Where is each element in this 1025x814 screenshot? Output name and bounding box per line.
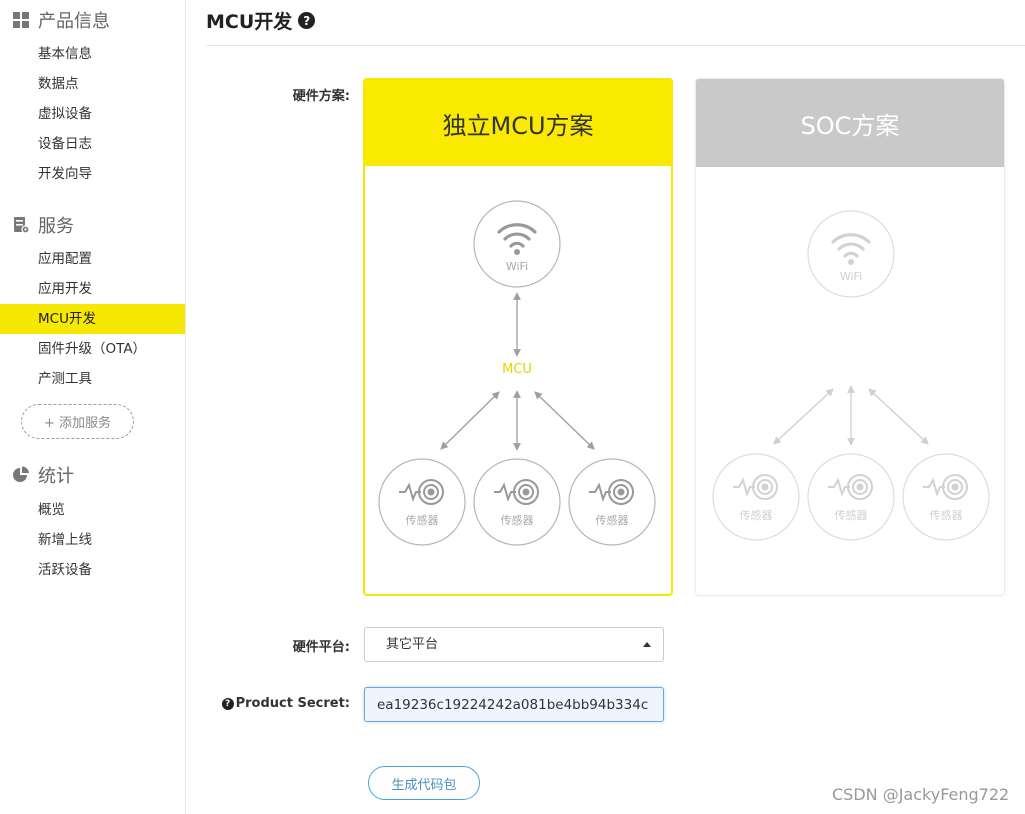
product-secret-input[interactable]	[364, 687, 664, 722]
sensor-label: 传感器	[835, 509, 868, 522]
wifi-node: WiFi	[807, 210, 895, 298]
wifi-label: WiFi	[840, 270, 862, 283]
sidebar-item-device-log[interactable]: 设备日志	[0, 129, 185, 159]
sensor-label: 传感器	[406, 514, 439, 527]
soc-architecture-diagram: WiFi 传感器 传感器 传感器	[712, 210, 990, 541]
mcu-label: MCU	[502, 362, 532, 377]
sensor-node: 传感器	[712, 453, 800, 541]
sensor-label: 传感器	[930, 509, 963, 522]
sidebar-section-services: 服务	[12, 213, 74, 237]
title-divider	[206, 45, 1025, 46]
sensor-icon	[494, 479, 539, 505]
help-icon[interactable]: ?	[298, 12, 316, 29]
sidebar-section-title: 产品信息	[38, 11, 110, 32]
add-service-button[interactable]: + 添加服务	[21, 404, 134, 439]
sidebar-section-title: 服务	[38, 216, 74, 237]
hardware-platform-label: 硬件平台:	[292, 640, 350, 655]
help-icon[interactable]: ?	[221, 697, 234, 710]
sidebar-item-mcu-dev[interactable]: MCU开发	[0, 304, 185, 334]
soc-scheme-title: SOC方案	[696, 79, 1004, 167]
sensor-icon	[589, 479, 634, 505]
wifi-icon	[831, 233, 871, 258]
sensor-node: 传感器	[568, 458, 656, 546]
sensor-node: 传感器	[473, 458, 561, 546]
sensor-icon	[923, 474, 968, 500]
product-secret-label: Product Secret:	[235, 696, 350, 711]
sidebar-item-datapoints[interactable]: 数据点	[0, 69, 185, 99]
sensor-node: 传感器	[807, 453, 895, 541]
generate-code-package-button[interactable]: 生成代码包	[368, 766, 480, 800]
sensor-node: 传感器	[902, 453, 990, 541]
mcu-scheme-card[interactable]: 独立MCU方案 WiFi MCU 传感器 传感器 传感器	[363, 78, 673, 596]
sidebar-item-app-config[interactable]: 应用配置	[0, 244, 185, 274]
sensor-label: 传感器	[501, 514, 534, 527]
sidebar-item-active-devices[interactable]: 活跃设备	[0, 555, 185, 585]
page-title-text: MCU开发	[206, 11, 293, 33]
soc-scheme-card[interactable]: SOC方案 WiFi 传感器 传感器 传感器	[695, 78, 1005, 596]
sidebar-item-overview[interactable]: 概览	[0, 495, 185, 525]
hardware-scheme-label: 硬件方案:	[292, 89, 350, 104]
sidebar-item-app-dev[interactable]: 应用开发	[0, 274, 185, 304]
wifi-node: WiFi	[473, 200, 561, 288]
sensor-icon	[828, 474, 873, 500]
watermark: CSDN @JackyFeng722	[832, 785, 1010, 804]
sensor-node: 传感器	[378, 458, 466, 546]
wifi-label: WiFi	[506, 260, 528, 273]
pie-chart-icon	[12, 466, 30, 484]
server-settings-icon	[12, 216, 30, 234]
sidebar-section-title: 统计	[38, 466, 74, 487]
grid-icon	[12, 11, 30, 29]
sidebar-section-product-info: 产品信息	[12, 8, 110, 32]
hardware-platform-value: 其它平台	[386, 637, 439, 652]
sensor-icon	[733, 474, 778, 500]
sidebar-item-dev-guide[interactable]: 开发向导	[0, 159, 185, 189]
sidebar-item-production-test[interactable]: 产测工具	[0, 364, 185, 394]
sidebar-item-basic-info[interactable]: 基本信息	[0, 39, 185, 69]
caret-up-icon	[643, 642, 651, 647]
mcu-scheme-title: 独立MCU方案	[365, 80, 671, 166]
sidebar-item-virtual-device[interactable]: 虚拟设备	[0, 99, 185, 129]
wifi-icon	[497, 223, 537, 248]
page-title: MCU开发 ?	[206, 7, 316, 34]
sensor-icon	[399, 479, 444, 505]
sensor-label: 传感器	[596, 514, 629, 527]
sensor-label: 传感器	[740, 509, 773, 522]
sidebar-section-statistics: 统计	[12, 463, 74, 487]
hardware-platform-select[interactable]: 其它平台	[364, 627, 664, 662]
app-root: 产品信息 基本信息 数据点 虚拟设备 设备日志 开发向导 服务 应用配置 应用开…	[0, 0, 1025, 814]
sidebar-item-new-online[interactable]: 新增上线	[0, 525, 185, 555]
product-secret-label-group: ? Product Secret:	[210, 696, 350, 711]
sidebar-item-ota[interactable]: 固件升级（OTA）	[0, 334, 185, 364]
sidebar: 产品信息 基本信息 数据点 虚拟设备 设备日志 开发向导 服务 应用配置 应用开…	[0, 0, 186, 814]
mcu-architecture-diagram: WiFi MCU 传感器 传感器 传感器	[378, 200, 656, 546]
